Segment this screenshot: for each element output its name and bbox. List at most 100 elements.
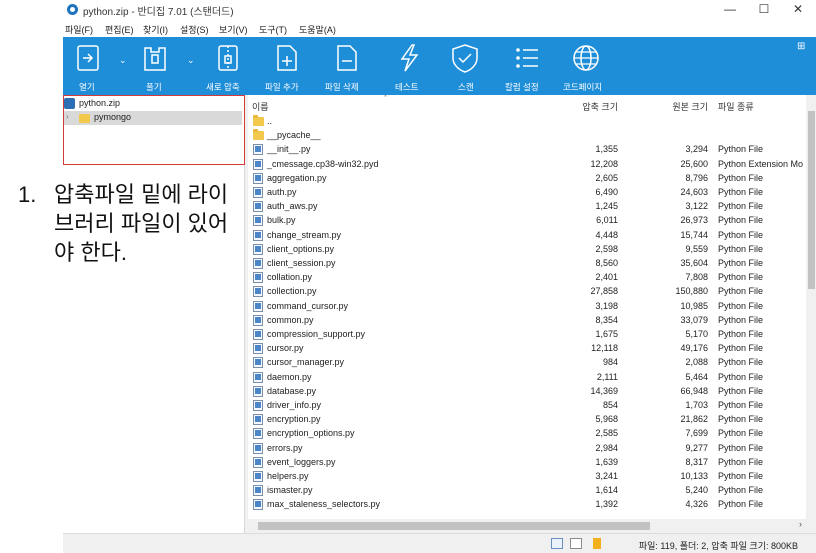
table-row[interactable]: compression_support.py 1,675 5,170 Python F…	[248, 328, 816, 342]
table-row[interactable]: __init__.py 1,355 3,294 Python File	[248, 143, 816, 157]
compressed-size: 8,560	[595, 258, 618, 268]
add-file-button[interactable]: 파일 추가	[265, 43, 313, 93]
chevron-down-icon[interactable]: ⌄	[119, 55, 127, 66]
menu-view[interactable]: 보기(V)	[219, 23, 248, 36]
file-name: helpers.py	[267, 471, 309, 481]
file-name: common.py	[267, 314, 314, 325]
file-type: Python File	[718, 414, 764, 425]
file-type: Python File	[718, 229, 764, 240]
codepage-button[interactable]: 코드페이지	[563, 43, 615, 93]
menu-edit[interactable]: 편집(E)	[105, 23, 134, 36]
table-row[interactable]: max_staleness_selectors.py 1,392 4,326 Pyth…	[248, 498, 816, 512]
menu-bar: 파일(F) 편집(E) 찾기(I) 설정(S) 보기(V) 도구(T) 도움말(…	[63, 20, 816, 37]
table-row[interactable]: client_options.py 2,598 9,559 Python File	[248, 243, 816, 257]
open-button[interactable]: ⌄ 열기	[73, 43, 127, 93]
table-row[interactable]: encryption.py 5,968 21,862 Python File	[248, 413, 816, 427]
table-row[interactable]: cursor.py 12,118 49,176 Python File	[248, 342, 816, 356]
file-type: Python File	[718, 428, 764, 439]
original-size: 33,079	[680, 314, 708, 325]
table-row[interactable]: helpers.py 3,241 10,133 Python File	[248, 470, 816, 484]
table-row[interactable]: encryption_options.py 2,585 7,699 Python Fi…	[248, 427, 816, 441]
original-size: 5,464	[685, 371, 708, 382]
column-header-original[interactable]: 원본 크기	[672, 100, 708, 113]
close-button[interactable]: ✕	[781, 0, 815, 20]
file-name: collection.py	[267, 286, 317, 297]
layout-toggle-icon[interactable]: ⊞	[797, 41, 805, 52]
file-name: database.py	[267, 385, 317, 396]
menu-settings[interactable]: 설정(S)	[180, 23, 209, 36]
table-row[interactable]: cursor_manager.py 984 2,088 Python File	[248, 356, 816, 370]
python-file-icon	[253, 371, 263, 383]
table-row[interactable]: auth.py 6,490 24,603 Python File	[248, 186, 816, 200]
details-view-icon[interactable]	[551, 538, 563, 549]
new-archive-button[interactable]: 새로 압축	[206, 43, 254, 93]
test-button[interactable]: 테스트	[393, 43, 433, 93]
table-row[interactable]: _cmessage.cp38-win32.pyd 12,208 25,600 Pyth…	[248, 158, 816, 172]
file-name: ismaster.py	[267, 485, 313, 496]
original-size: 5,240	[685, 485, 708, 496]
table-row[interactable]: database.py 14,369 66,948 Python File	[248, 385, 816, 399]
vertical-scrollbar[interactable]	[806, 95, 816, 535]
archive-info-icon[interactable]	[593, 538, 601, 549]
table-row[interactable]: event_loggers.py 1,639 8,317 Python File	[248, 456, 816, 470]
original-size: 10,133	[680, 471, 708, 481]
menu-find[interactable]: 찾기(I)	[143, 23, 168, 36]
table-row[interactable]: collation.py 2,401 7,808 Python File	[248, 271, 816, 285]
compressed-size: 2,585	[595, 428, 618, 439]
horizontal-scrollbar[interactable]: ›	[248, 519, 816, 533]
python-file-icon	[253, 471, 263, 482]
delete-file-icon	[337, 45, 357, 71]
table-row[interactable]: auth_aws.py 1,245 3,122 Python File	[248, 200, 816, 214]
table-row[interactable]: ismaster.py 1,614 5,240 Python File	[248, 484, 816, 498]
title-bar: python.zip - 반디집 7.01 (스탠더드) — ☐ ✕	[63, 0, 816, 20]
extract-icon	[144, 47, 166, 71]
table-row[interactable]: collection.py 27,858 150,880 Python File	[248, 285, 816, 299]
toolbar: ⌄ 열기 ⌄ 풀기 새로 압축 파일 추가 파일 삭제 테스트 스캔 칼럼 설정…	[63, 37, 816, 95]
extract-button[interactable]: ⌄ 풀기	[135, 43, 195, 93]
compressed-size: 1,392	[595, 499, 618, 510]
compressed-size: 1,639	[595, 456, 618, 467]
column-header-compressed[interactable]: 압축 크기	[582, 100, 618, 113]
list-view-icon[interactable]	[570, 538, 582, 549]
table-row[interactable]: bulk.py 6,011 26,973 Python File	[248, 214, 816, 228]
table-row[interactable]: __pycache__	[248, 129, 816, 143]
menu-tools[interactable]: 도구(T)	[259, 23, 287, 36]
python-file-icon	[253, 414, 263, 426]
table-row[interactable]: errors.py 2,984 9,277 Python File	[248, 442, 816, 456]
file-name: cursor.py	[267, 343, 304, 354]
file-name: ..	[267, 116, 273, 126]
original-size: 26,973	[680, 215, 708, 226]
table-row[interactable]: common.py 8,354 33,079 Python File	[248, 314, 816, 328]
minimize-button[interactable]: —	[713, 0, 747, 20]
bandizip-window: python.zip - 반디집 7.01 (스탠더드) — ☐ ✕ 파일(F)…	[63, 0, 816, 553]
file-name: aggregation.py	[267, 172, 327, 183]
annotation-text: 압축파일 밑에 라이브러리 파일이 있어야 한다.	[54, 182, 229, 265]
menu-help[interactable]: 도움말(A)	[299, 23, 336, 36]
scroll-thumb[interactable]	[808, 111, 815, 289]
menu-file[interactable]: 파일(F)	[65, 23, 93, 36]
python-file-icon	[253, 243, 263, 255]
table-row[interactable]: daemon.py 2,111 5,464 Python File	[248, 371, 816, 385]
file-name: errors.py	[267, 442, 303, 453]
scroll-thumb[interactable]	[258, 522, 650, 530]
table-row[interactable]: command_cursor.py 3,198 10,985 Python File	[248, 300, 816, 314]
column-header-type[interactable]: 파일 종류	[718, 100, 754, 113]
file-type: Python File	[718, 385, 764, 396]
scan-button[interactable]: 스캔	[449, 43, 489, 93]
delete-file-button[interactable]: 파일 삭제	[325, 43, 373, 93]
table-row[interactable]: driver_info.py 854 1,703 Python File	[248, 399, 816, 413]
column-header-name[interactable]: 이름	[252, 100, 269, 113]
file-name: auth_aws.py	[267, 201, 318, 212]
scroll-right-icon[interactable]: ›	[799, 519, 802, 529]
table-row[interactable]: ..	[248, 115, 816, 129]
table-row[interactable]: client_session.py 8,560 35,604 Python File	[248, 257, 816, 271]
table-row[interactable]: change_stream.py 4,448 15,744 Python File	[248, 229, 816, 243]
table-row[interactable]: aggregation.py 2,605 8,796 Python File	[248, 172, 816, 186]
test-icon	[400, 44, 419, 72]
add-file-icon	[277, 45, 297, 71]
column-settings-button[interactable]: 칼럼 설정	[505, 43, 553, 93]
maximize-button[interactable]: ☐	[747, 0, 781, 20]
file-name: driver_info.py	[267, 400, 322, 410]
chevron-down-icon[interactable]: ⌄	[187, 55, 195, 66]
new-archive-icon	[218, 45, 238, 71]
